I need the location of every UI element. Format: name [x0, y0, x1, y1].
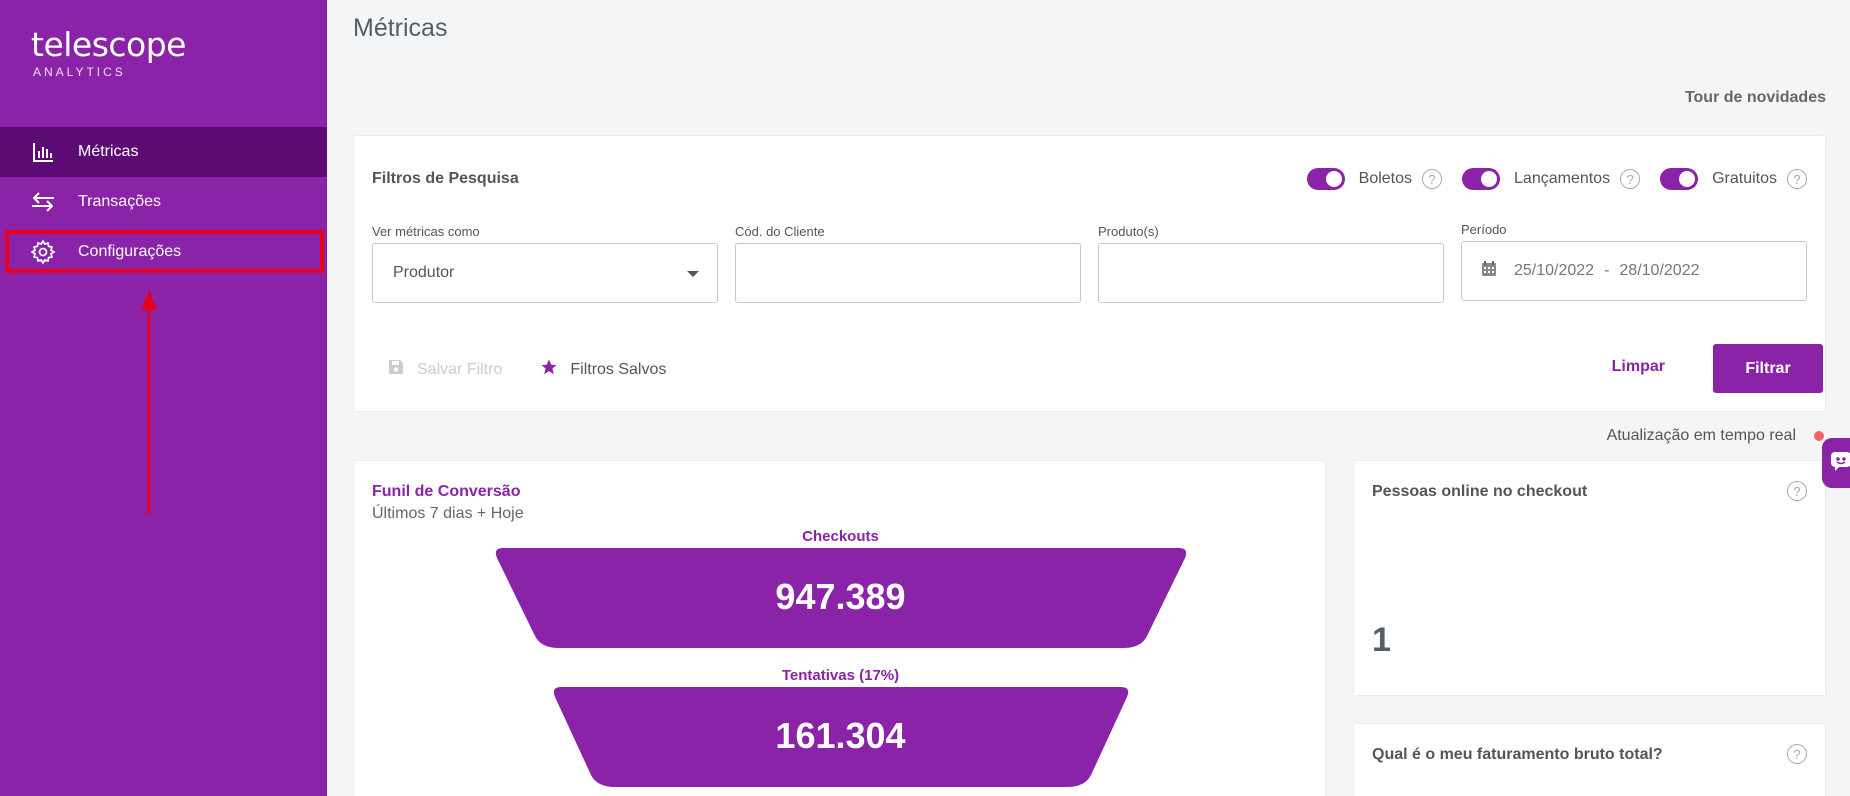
- chat-widget-button[interactable]: [1822, 438, 1850, 488]
- logo-subtext: ANALYTICS: [33, 65, 126, 79]
- toggle-lancamentos: Lançamentos ?: [1462, 168, 1641, 190]
- page-title: Métricas: [353, 14, 448, 42]
- help-icon[interactable]: ?: [1620, 169, 1641, 189]
- toggles-row: Boletos ? Lançamentos ? Gratuitos ?: [1287, 168, 1807, 190]
- field-label: Produto(s): [1098, 224, 1159, 239]
- funnel-card: Funil de Conversão Últimos 7 dias + Hoje…: [353, 460, 1326, 796]
- funnel-stage-value: 947.389: [775, 576, 906, 617]
- boletos-switch[interactable]: [1306, 168, 1345, 190]
- view-as-field: Ver métricas como Produtor: [372, 224, 718, 303]
- online-checkout-card: Pessoas online no checkout ? 1: [1353, 460, 1826, 696]
- help-icon[interactable]: ?: [1787, 169, 1807, 189]
- saved-filters-label: Filtros Salvos: [570, 360, 667, 378]
- gross-revenue-card: Qual é o meu faturamento bruto total? ?: [1353, 723, 1826, 796]
- toggle-label: Gratuitos: [1712, 170, 1777, 187]
- products-field: Produto(s): [1098, 224, 1444, 303]
- field-label: Cód. do Cliente: [735, 224, 825, 239]
- bar-chart-icon: [30, 139, 56, 165]
- save-filter-label: Salvar Filtro: [417, 360, 503, 378]
- star-icon: [540, 358, 558, 381]
- floppy-disk-icon: [388, 359, 404, 380]
- sidebar-item-label: Métricas: [78, 143, 139, 160]
- realtime-label: Atualização em tempo real: [1606, 427, 1796, 444]
- help-icon[interactable]: ?: [1787, 744, 1807, 764]
- gross-revenue-title: Qual é o meu faturamento bruto total?: [1372, 746, 1663, 763]
- select-value: Produtor: [393, 264, 455, 281]
- logo-text: telescope: [31, 25, 187, 64]
- online-checkout-value: 1: [1372, 621, 1391, 659]
- funnel-title: Funil de Conversão: [372, 483, 521, 500]
- filter-actions: Salvar Filtro Filtros Salvos: [388, 358, 666, 381]
- filters-title: Filtros de Pesquisa: [372, 170, 519, 187]
- save-filter-button[interactable]: Salvar Filtro: [388, 359, 502, 380]
- sidebar-item-label: Transações: [78, 193, 161, 210]
- client-code-input[interactable]: [756, 244, 1060, 302]
- clear-button[interactable]: Limpar: [1612, 358, 1665, 376]
- saved-filters-button[interactable]: Filtros Salvos: [540, 358, 666, 381]
- period-end: 28/10/2022: [1619, 262, 1700, 279]
- gratuitos-switch[interactable]: [1660, 168, 1699, 190]
- help-icon[interactable]: ?: [1422, 169, 1443, 189]
- logo[interactable]: telescope ANALYTICS: [31, 25, 187, 79]
- period-separator: -: [1604, 262, 1610, 279]
- sidebar: telescope ANALYTICS Métricas Transações …: [0, 0, 327, 796]
- period-picker[interactable]: 25/10/2022 - 28/10/2022: [1461, 241, 1807, 301]
- period-start: 25/10/2022: [1514, 262, 1595, 279]
- field-label: Ver métricas como: [372, 224, 480, 239]
- online-checkout-title: Pessoas online no checkout: [1372, 483, 1588, 500]
- filter-button[interactable]: Filtrar: [1713, 344, 1823, 393]
- toggle-label: Lançamentos: [1514, 170, 1611, 187]
- annotation-arrow: [141, 290, 157, 515]
- client-code-field: Cód. do Cliente: [735, 224, 1081, 303]
- sidebar-item-transacoes[interactable]: Transações: [0, 177, 327, 227]
- calendar-icon: [1482, 261, 1496, 281]
- filters-card: Filtros de Pesquisa Boletos ? Lançamento…: [353, 135, 1826, 412]
- realtime-status-dot: [1814, 431, 1824, 441]
- chat-icon: [1830, 450, 1850, 477]
- products-input[interactable]: [1119, 244, 1423, 302]
- chevron-down-icon: [687, 271, 699, 277]
- field-label: Período: [1461, 222, 1507, 237]
- help-icon[interactable]: ?: [1787, 481, 1807, 501]
- annotation-highlight-box: [5, 230, 324, 273]
- tour-link[interactable]: Tour de novidades: [1685, 89, 1826, 107]
- products-box: [1098, 243, 1444, 303]
- funnel-stage-label: Checkouts: [802, 528, 879, 545]
- funnel-stage-label: Tentativas (17%): [781, 667, 900, 684]
- funnel-stage-value: 161.304: [775, 715, 906, 756]
- view-as-select[interactable]: Produtor: [372, 243, 718, 303]
- transfer-arrows-icon: [30, 189, 56, 215]
- client-code-box: [735, 243, 1081, 303]
- lancamentos-switch[interactable]: [1462, 168, 1501, 190]
- period-field: Período 25/10/2022 - 28/10/2022: [1461, 222, 1807, 301]
- toggle-gratuitos: Gratuitos ?: [1660, 168, 1807, 190]
- toggle-boletos: Boletos ?: [1306, 168, 1443, 190]
- funnel-subtitle: Últimos 7 dias + Hoje: [372, 505, 524, 522]
- toggle-label: Boletos: [1358, 170, 1413, 187]
- sidebar-item-metricas[interactable]: Métricas: [0, 127, 327, 177]
